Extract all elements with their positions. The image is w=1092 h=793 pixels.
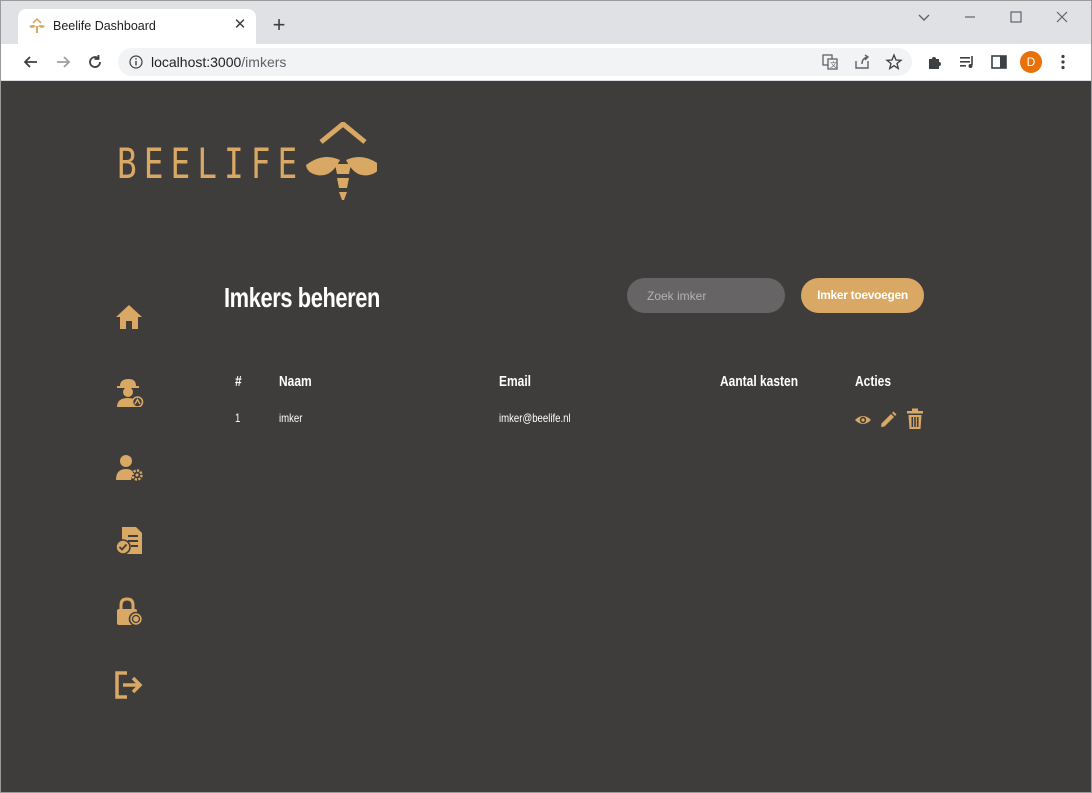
close-window-icon[interactable] [1054, 9, 1070, 25]
svg-text:文: 文 [830, 60, 837, 69]
edit-icon[interactable] [879, 411, 897, 429]
tab-search-icon[interactable] [916, 9, 932, 25]
column-header-email: Email [499, 373, 532, 390]
browser-tab[interactable]: Beelife Dashboard ✕ [18, 9, 256, 44]
side-panel-icon[interactable] [990, 53, 1008, 71]
page-title: Imkers beheren [224, 282, 380, 313]
dashboard-page: BEELIFE Imkers beheren Zoek imker Imker … [9, 82, 1083, 785]
site-info-icon[interactable] [129, 55, 143, 69]
browser-window: Beelife Dashboard ✕ + localhost:3000/imk… [0, 0, 1092, 793]
row-email: imker@beelife.nl [499, 411, 571, 425]
beekeeper-icon[interactable] [114, 377, 144, 407]
column-header-hive-count: Aantal kasten [720, 373, 799, 390]
beelife-favicon-icon [29, 18, 45, 33]
back-icon[interactable] [21, 52, 41, 72]
title-bar: Beelife Dashboard ✕ + [1, 1, 1091, 44]
bee-logo-icon [306, 122, 377, 200]
search-input[interactable] [627, 278, 785, 313]
extensions-icon[interactable] [926, 53, 944, 71]
column-header-name: Naam [279, 373, 312, 390]
minimize-icon[interactable] [962, 9, 978, 25]
logo-text: BEELIFE [117, 139, 305, 188]
view-icon[interactable] [854, 411, 872, 429]
forward-icon[interactable] [53, 52, 73, 72]
tab-close-icon[interactable]: ✕ [232, 17, 248, 33]
row-name: imker [279, 411, 303, 425]
share-icon[interactable] [853, 53, 871, 71]
reload-icon[interactable] [85, 52, 105, 72]
media-controls-icon[interactable] [958, 53, 976, 71]
lock-icon[interactable] [114, 597, 144, 627]
user-settings-icon[interactable] [114, 452, 144, 482]
url-text: localhost:3000/imkers [151, 54, 287, 70]
maximize-icon[interactable] [1008, 9, 1024, 25]
browser-toolbar: localhost:3000/imkers 文 D [1, 44, 1091, 81]
home-icon[interactable] [114, 302, 144, 332]
column-header-number: # [235, 373, 242, 390]
translate-icon[interactable]: 文 [821, 53, 839, 71]
document-check-icon[interactable] [114, 525, 144, 555]
menu-kebab-icon[interactable] [1054, 53, 1072, 71]
tab-title: Beelife Dashboard [53, 19, 156, 33]
address-bar[interactable]: localhost:3000/imkers 文 [118, 48, 912, 76]
profile-avatar[interactable]: D [1020, 51, 1042, 73]
delete-icon[interactable] [905, 408, 925, 430]
column-header-actions: Acties [855, 373, 892, 390]
logout-icon[interactable] [114, 670, 144, 700]
beelife-logo: BEELIFE [117, 122, 377, 212]
new-tab-icon[interactable]: + [269, 14, 289, 36]
bookmark-star-icon[interactable] [885, 53, 903, 71]
add-beekeeper-button[interactable]: Imker toevoegen [801, 278, 924, 313]
row-number: 1 [235, 411, 241, 425]
